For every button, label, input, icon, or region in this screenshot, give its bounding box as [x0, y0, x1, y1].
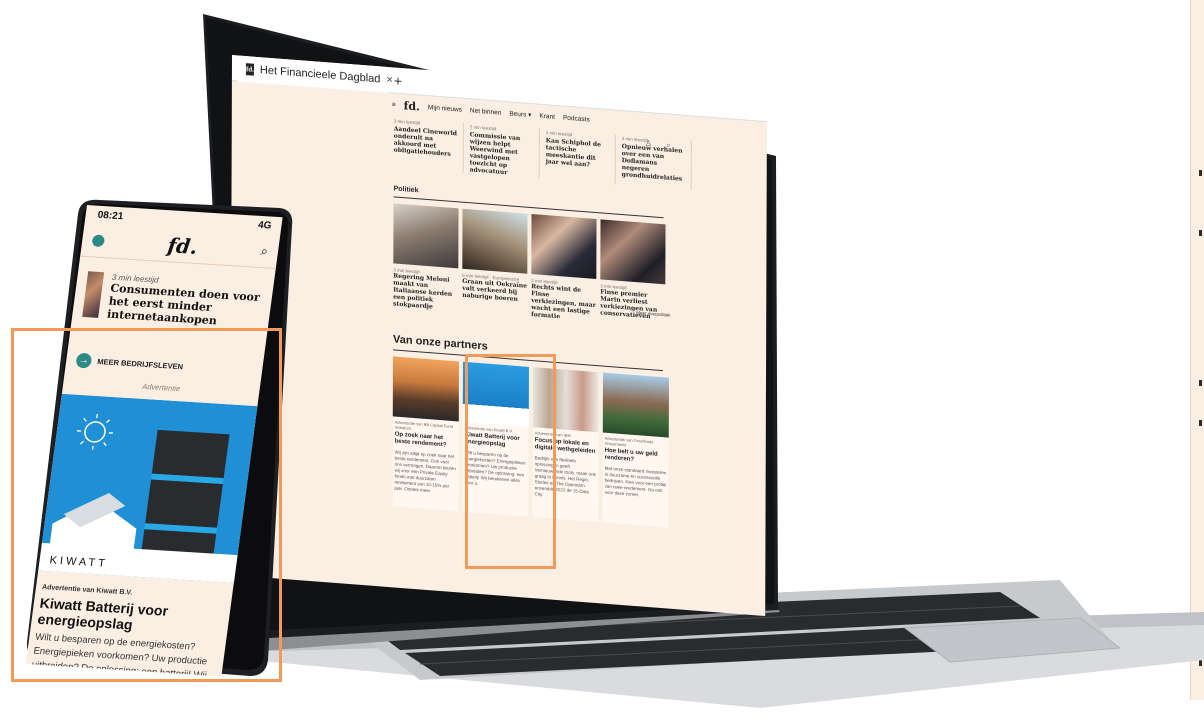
network-indicator: 4G	[257, 219, 273, 232]
fd-logo[interactable]: fd.	[166, 233, 199, 259]
article-thumbnail	[82, 271, 105, 318]
avatar[interactable]	[91, 233, 106, 247]
phone-time: 08:21	[97, 209, 125, 222]
search-icon[interactable]: ⌕	[260, 243, 269, 259]
highlight-box-phone-ad	[11, 328, 282, 682]
